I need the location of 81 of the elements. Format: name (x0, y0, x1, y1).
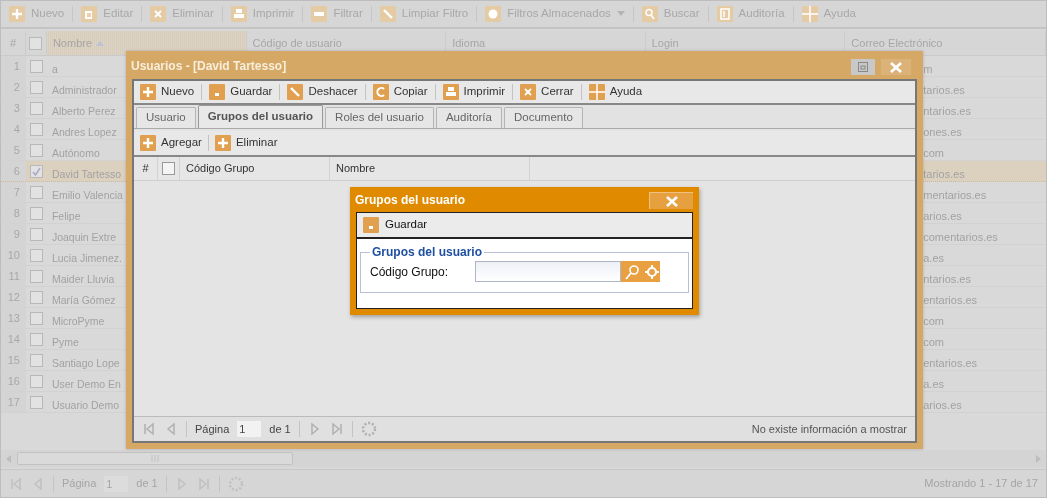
checkbox[interactable] (29, 290, 43, 304)
tab[interactable]: Documento (503, 107, 583, 128)
toolbar-button[interactable]: Nuevo (139, 83, 196, 101)
checkbox[interactable] (29, 395, 43, 409)
brush-icon (379, 6, 396, 22)
toolbar-button[interactable]: Agregar (140, 134, 202, 152)
checkbox[interactable] (29, 248, 43, 262)
checkbox[interactable] (29, 36, 43, 50)
brush-icon (287, 84, 304, 100)
tab[interactable]: Auditoría (435, 107, 502, 128)
column-header[interactable]: # (134, 157, 158, 180)
checkbox[interactable] (29, 143, 43, 157)
page-label: Página (195, 421, 230, 437)
help-icon (801, 6, 818, 22)
close-button[interactable] (881, 59, 911, 75)
tab[interactable]: Roles del usuario (325, 107, 434, 128)
plus-icon (140, 84, 156, 100)
document-icon (716, 6, 733, 22)
save-button[interactable]: Guardar (363, 216, 428, 234)
fieldset-legend: Grupos del usuario (370, 243, 484, 261)
tab[interactable]: Usuario (136, 107, 196, 128)
column-header[interactable]: Nombre (330, 157, 530, 180)
toolbar-button[interactable]: Cerrar (519, 83, 575, 101)
plus-icon (214, 135, 231, 151)
toolbar-button[interactable]: Imprimir (441, 83, 507, 101)
search-button[interactable] (621, 261, 643, 282)
checkbox[interactable] (162, 162, 175, 175)
caret-icon (616, 11, 625, 17)
checkbox[interactable] (29, 122, 43, 136)
window-title: Usuarios - [David Tartesso] (131, 58, 287, 75)
paging-info: No existe información a mostrar (751, 421, 907, 437)
restore-icon (858, 62, 868, 72)
restore-button[interactable] (851, 59, 875, 75)
help-icon (588, 84, 605, 100)
delete-icon (520, 84, 537, 100)
plus-icon (140, 135, 156, 151)
page-count: de 1 (269, 421, 291, 437)
toolbar-button[interactable]: Ayuda (587, 83, 644, 101)
filter-icon (311, 6, 328, 22)
search-icon (641, 6, 658, 22)
scrollbar-thumb[interactable] (17, 452, 293, 465)
close-icon (665, 195, 678, 207)
toolbar-button[interactable]: Eliminar (214, 134, 278, 152)
checkbox[interactable] (29, 206, 43, 220)
refresh-icon[interactable] (360, 421, 377, 437)
checkbox[interactable] (29, 164, 43, 178)
checkbox[interactable] (29, 269, 43, 283)
toolbar-button[interactable]: Deshacer (286, 83, 359, 101)
toolbar-button[interactable]: Guardar (208, 83, 274, 101)
page-field[interactable]: 1 (237, 421, 262, 437)
column-header[interactable]: Código Grupo (180, 157, 330, 180)
field-label: Código Grupo: (370, 263, 450, 281)
close-icon (890, 61, 902, 73)
dialog-title: Grupos del usuario (355, 192, 465, 209)
first-page-icon[interactable] (142, 422, 156, 436)
copy-icon (372, 84, 389, 100)
delete-icon (150, 6, 167, 22)
settings-button[interactable] (643, 261, 660, 282)
horizontal-scrollbar[interactable] (1, 450, 1046, 467)
checkbox[interactable] (29, 80, 43, 94)
input-field[interactable] (475, 261, 621, 282)
tab[interactable]: Grupos del usuario (197, 105, 324, 128)
previous-page-icon[interactable] (164, 422, 178, 436)
toolbar-button[interactable]: Copiar (371, 83, 429, 101)
sort-ascending-icon (96, 40, 105, 46)
checkbox[interactable] (29, 332, 43, 346)
checkbox[interactable] (29, 374, 43, 388)
printer-icon (442, 84, 459, 100)
last-page-icon[interactable] (329, 422, 344, 436)
search-icon (624, 263, 640, 280)
checkbox[interactable] (29, 311, 43, 325)
checkbox[interactable] (29, 227, 43, 241)
checkbox[interactable] (29, 185, 43, 199)
table-cell: tarios.es (923, 168, 965, 180)
checkbox[interactable] (29, 59, 43, 73)
checkbox[interactable] (29, 353, 43, 367)
printer-icon (230, 6, 247, 22)
gear-icon (644, 264, 659, 279)
close-button[interactable] (649, 192, 693, 209)
plus-icon (9, 6, 25, 22)
checkbox[interactable] (29, 101, 43, 115)
